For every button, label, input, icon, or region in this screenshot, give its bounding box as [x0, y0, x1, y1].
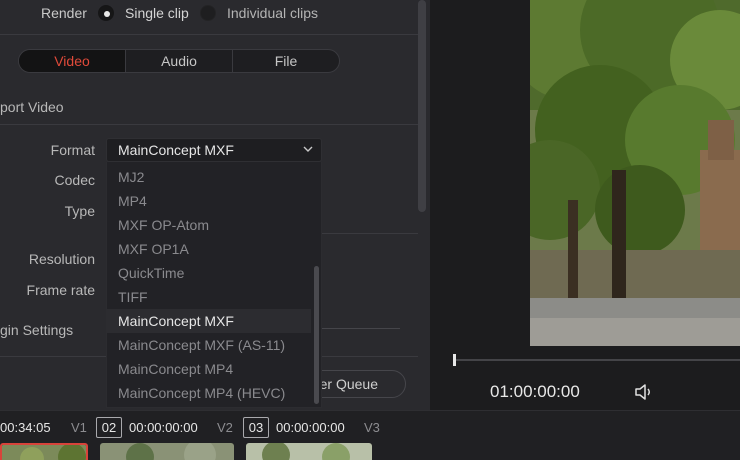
render-label: Render: [41, 5, 87, 21]
clip-thumbnail[interactable]: [246, 443, 372, 460]
format-select[interactable]: MainConcept MXF: [106, 138, 322, 162]
tab-video[interactable]: Video: [19, 50, 126, 72]
video-frame-image: [530, 0, 740, 346]
render-settings-panel: Render Single clip Individual clips Vide…: [0, 0, 430, 410]
clip-timecode: 00:00:00:00: [129, 420, 198, 435]
clip-number-badge[interactable]: 03: [243, 417, 269, 438]
format-option-selected[interactable]: MainConcept MXF: [107, 309, 311, 333]
individual-clips-label[interactable]: Individual clips: [227, 5, 318, 21]
viewer-scrubber[interactable]: [454, 359, 740, 361]
divider: [322, 233, 418, 234]
format-option[interactable]: MJ2: [107, 165, 311, 189]
format-option[interactable]: MXF OP-Atom: [107, 213, 311, 237]
divider: [0, 34, 418, 35]
clip-timecode: 00:34:05: [0, 420, 51, 435]
clip-thumbnail[interactable]: [0, 443, 88, 460]
chevron-down-icon: [303, 146, 313, 152]
format-option[interactable]: MainConcept MP4: [107, 357, 311, 381]
format-option[interactable]: MP4: [107, 189, 311, 213]
speaker-icon[interactable]: [634, 383, 654, 401]
playhead[interactable]: [453, 354, 456, 366]
tab-file[interactable]: File: [233, 50, 339, 72]
format-option[interactable]: MainConcept MP4 (HEVC): [107, 381, 311, 405]
format-option[interactable]: MXF OP1A: [107, 237, 311, 261]
viewer-letterbox: [430, 0, 530, 346]
panel-scrollbar[interactable]: [418, 0, 426, 212]
clip-thumbnail-image: [2, 445, 86, 460]
tab-audio[interactable]: Audio: [126, 50, 233, 72]
export-video-heading: port Video: [0, 99, 64, 115]
single-clip-radio[interactable]: [98, 5, 114, 21]
codec-label: Codec: [54, 172, 95, 188]
individual-clips-radio[interactable]: [200, 5, 216, 21]
format-dropdown-list: MJ2 MP4 MXF OP-Atom MXF OP1A QuickTime T…: [106, 162, 322, 408]
clip-number-badge[interactable]: 02: [96, 417, 122, 438]
frame-rate-label: Frame rate: [26, 282, 95, 298]
clip-timeline: 00:34:05 V1 02 00:00:00:00 V2 03 00:00:0…: [0, 410, 740, 460]
viewer-controls: 01:00:00:00: [430, 346, 740, 410]
viewer-timecode: 01:00:00:00: [490, 382, 580, 401]
format-option[interactable]: MainConcept MXF (AS-11): [107, 333, 311, 357]
single-clip-label[interactable]: Single clip: [125, 5, 189, 21]
resolution-label: Resolution: [28, 251, 95, 267]
format-option[interactable]: QuickTime: [107, 261, 311, 285]
format-label: Format: [50, 142, 95, 158]
clip-thumbnail[interactable]: [100, 443, 234, 460]
divider: [0, 124, 418, 125]
clip-track: V3: [364, 420, 380, 435]
divider: [322, 328, 400, 329]
output-tabs: Video Audio File: [18, 49, 340, 73]
clip-thumbnail-image: [246, 443, 372, 460]
dropdown-scrollbar[interactable]: [314, 266, 319, 404]
plugin-settings-heading: gin Settings: [0, 322, 74, 338]
format-option[interactable]: TIFF: [107, 285, 311, 309]
clip-track: V2: [217, 420, 233, 435]
clip-thumbnail-image: [100, 443, 234, 460]
type-label: Type: [64, 203, 95, 219]
clip-timecode: 00:00:00:00: [276, 420, 345, 435]
format-select-value: MainConcept MXF: [118, 142, 234, 158]
clip-track: V1: [71, 420, 87, 435]
viewer-frame: [530, 0, 740, 346]
